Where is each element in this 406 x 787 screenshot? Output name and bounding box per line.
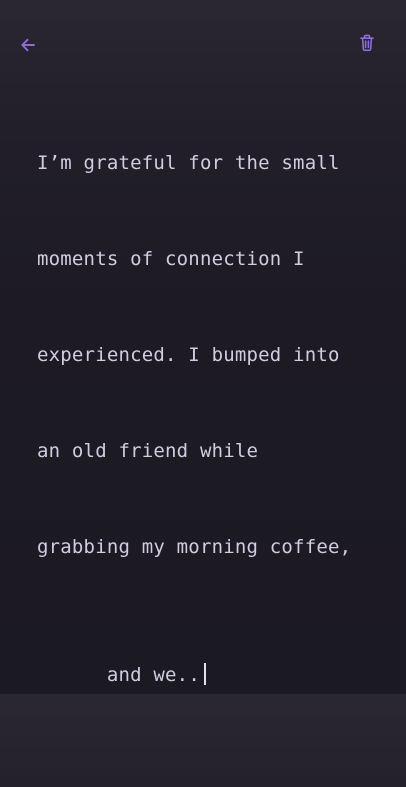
journal-editor-screen: I’m grateful for the small moments of co… xyxy=(0,0,406,694)
arrow-left-icon xyxy=(21,38,35,52)
entry-line: an old friend while xyxy=(37,440,259,462)
top-bar xyxy=(0,0,406,90)
entry-line: grabbing my morning coffee, xyxy=(37,536,352,558)
entry-line: and we.. xyxy=(106,664,200,686)
delete-button[interactable] xyxy=(353,29,381,57)
journal-entry-editor[interactable]: I’m grateful for the small moments of co… xyxy=(37,83,377,787)
back-button[interactable] xyxy=(14,31,42,59)
entry-last-line: and we.. xyxy=(37,627,377,723)
entry-line: I’m grateful for the small xyxy=(37,152,340,174)
text-cursor xyxy=(203,663,206,685)
entry-line: experienced. I bumped into xyxy=(37,344,340,366)
entry-line: moments of connection I xyxy=(37,248,305,270)
trash-icon xyxy=(360,34,374,52)
